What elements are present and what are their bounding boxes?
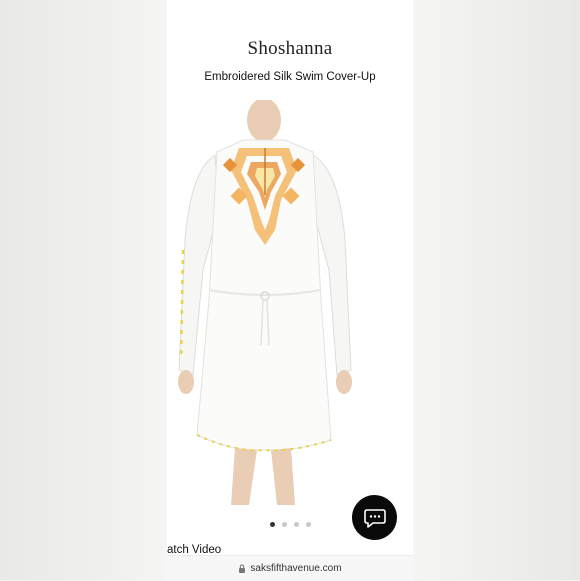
carousel-dot-1[interactable] — [269, 522, 275, 527]
product-title: Embroidered Silk Swim Cover-Up — [204, 71, 376, 83]
brand-name: Shoshanna — [247, 38, 333, 59]
right-background-panel — [413, 0, 580, 580]
chat-button[interactable] — [352, 495, 397, 540]
left-background-panel — [0, 0, 167, 580]
url-text: saksfifthavenue.com — [250, 563, 342, 574]
tunic-illustration — [178, 100, 352, 505]
carousel-dot-3[interactable] — [293, 522, 299, 527]
chat-bubble-icon — [363, 508, 386, 528]
carousel-dot-4[interactable] — [305, 522, 311, 527]
product-page: Shoshanna Embroidered Silk Swim Cover-Up — [167, 0, 413, 581]
browser-url-bar[interactable]: saksfifthavenue.com — [167, 555, 413, 581]
product-image[interactable] — [173, 100, 407, 510]
lock-icon — [239, 563, 246, 573]
carousel-dot-2[interactable] — [281, 522, 287, 527]
